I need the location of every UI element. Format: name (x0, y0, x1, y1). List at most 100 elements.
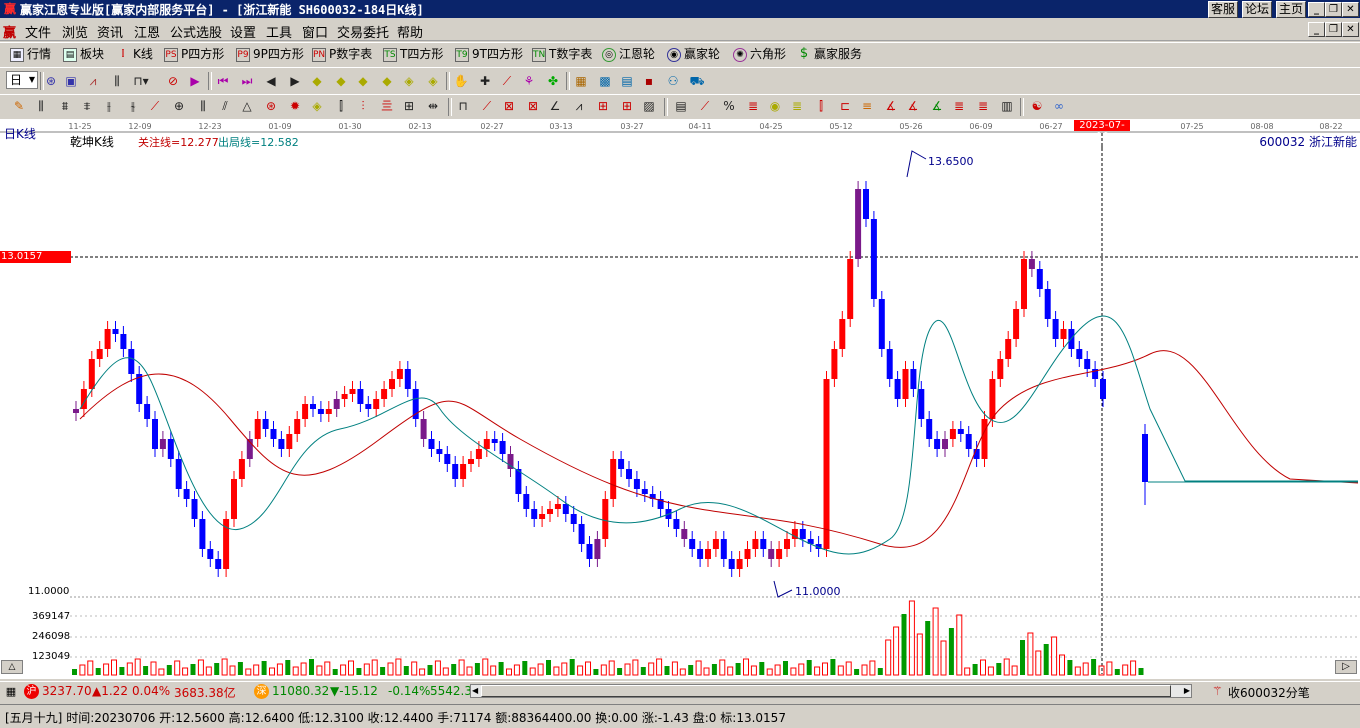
period-select[interactable]: 日 ▼ (6, 71, 38, 89)
box-tool-icon[interactable]: ⊓ (454, 97, 472, 115)
kline-svg[interactable]: 11-25 12-09 12-23 01-09 01-30 02-13 02-27 03-13… (0, 119, 1360, 679)
horizontal-scrollbar[interactable]: ◀ ▶ (470, 684, 1192, 698)
people-icon[interactable]: ⚇ (664, 72, 682, 90)
percent-line-icon[interactable]: ⟋ (696, 97, 714, 115)
label-tool-icon[interactable]: ⫶ (354, 97, 372, 115)
grid-tool-icon[interactable]: ⊞ (400, 97, 418, 115)
calculator-icon[interactable]: ▩ (596, 72, 614, 90)
diamond-left-icon[interactable]: ◆ (354, 72, 372, 90)
coin-levels-icon[interactable]: ≣ (788, 97, 806, 115)
bars-icon[interactable]: ⫼ (108, 72, 126, 90)
coin-icon[interactable]: ◉ (766, 97, 784, 115)
scroll-right-arrow-icon[interactable]: ▶ (1184, 685, 1190, 697)
mdi-app-icon[interactable]: 赢 (3, 22, 16, 41)
diamond-up-icon[interactable]: ◆ (308, 72, 326, 90)
toolbar-kline-button[interactable]: ⫿ K线 (116, 44, 153, 64)
close-icon[interactable]: ✕ (1342, 2, 1359, 17)
toolbar-hexagon-button[interactable]: ✺ 六角形 (733, 44, 786, 64)
customer-service-link[interactable]: 客服 (1208, 1, 1239, 18)
fan-tool-icon[interactable]: ⟋ (478, 97, 496, 115)
menu-formula[interactable]: 公式选股 (170, 22, 222, 41)
menu-trade[interactable]: 交易委托 (337, 22, 389, 41)
toolbar-t-table-button[interactable]: TN T数字表 (532, 44, 592, 64)
restore-icon[interactable]: ❐ (1325, 2, 1342, 17)
indicator-select-icon[interactable]: ⊓▾ (132, 72, 150, 90)
angles3-icon[interactable]: ∡ (928, 97, 946, 115)
angle-icon[interactable]: ∠ (546, 97, 564, 115)
scroll-left-arrow-icon[interactable]: ◀ (472, 685, 478, 697)
toolbar-p-square-button[interactable]: PS P四方形 (164, 44, 224, 64)
bar-levels-icon[interactable]: ⫿ (812, 97, 830, 115)
split-tool-icon[interactable]: ⇹ (424, 97, 442, 115)
angles2-icon[interactable]: ∡ (904, 97, 922, 115)
stop-icon[interactable]: ⊘ (164, 72, 182, 90)
scrollbar-thumb[interactable] (481, 685, 1171, 697)
gann-time-icon[interactable]: ⫲ (100, 97, 118, 115)
pattern-icon[interactable]: ⚘ (520, 72, 538, 90)
menu-gann[interactable]: 江恩 (134, 22, 160, 41)
hand-icon[interactable]: ✋ (452, 72, 470, 90)
angles-icon[interactable]: ∡ (882, 97, 900, 115)
menu-settings[interactable]: 设置 (230, 22, 256, 41)
child-restore-icon[interactable]: ❐ (1325, 22, 1342, 37)
child-close-icon[interactable]: ✕ (1342, 22, 1359, 37)
crosshair-icon[interactable]: ✚ (476, 72, 494, 90)
gann-fan-icon[interactable]: ⟋ (146, 97, 164, 115)
bars-levels-icon[interactable]: ≣ (950, 97, 968, 115)
keyboard-icon[interactable]: ▦ (3, 684, 19, 699)
first-page-icon[interactable]: ⏮ (214, 72, 232, 90)
matrix2-icon[interactable]: ⊞ (618, 97, 636, 115)
diamond-expand-icon[interactable]: ◈ (400, 72, 418, 90)
zigzag-icon[interactable]: ⩘ (570, 97, 588, 115)
levels-icon[interactable]: ≣ (744, 97, 762, 115)
pencil-icon[interactable]: ✎ (10, 97, 28, 115)
document-icon[interactable]: ▣ (62, 72, 80, 90)
wave-icon[interactable]: ⩘ (84, 72, 102, 90)
menu-news[interactable]: 资讯 (97, 22, 123, 41)
sun-icon[interactable]: ✹ (286, 97, 304, 115)
truck-icon[interactable]: ⛟ (688, 72, 706, 90)
diamond-tool-icon[interactable]: ◈ (308, 97, 326, 115)
parallel-icon[interactable]: ⫽ (216, 97, 234, 115)
save-icon[interactable]: ▪ (640, 72, 658, 90)
cycle-lines-icon[interactable]: ⩩ (56, 97, 74, 115)
zoom-icon[interactable]: ⊛ (42, 72, 60, 90)
target-icon[interactable]: ⊛ (262, 97, 280, 115)
hatch-icon[interactable]: ▨ (640, 97, 658, 115)
last-page-icon[interactable]: ⏭ (238, 72, 256, 90)
infinity-icon[interactable]: ∞ (1050, 97, 1068, 115)
circle-icon[interactable]: ⊕ (170, 97, 188, 115)
gann-box-icon[interactable]: ▥ (998, 97, 1016, 115)
toolbar-t-square-button[interactable]: TS T四方形 (383, 44, 443, 64)
scroll-right-icon[interactable]: ▶ (286, 72, 304, 90)
flag-icon[interactable]: ▶ (186, 72, 204, 90)
calendar-icon[interactable]: ▦ (572, 72, 590, 90)
menu-help[interactable]: 帮助 (397, 22, 423, 41)
kline-chart[interactable]: 11-25 12-09 12-23 01-09 01-30 02-13 02-27 03-13… (0, 119, 1360, 679)
text-tool-icon[interactable]: 亖 (378, 97, 396, 115)
scroll-left-icon[interactable]: ◀ (262, 72, 280, 90)
toolbar-quotes-button[interactable]: ▦ 行情 (10, 44, 51, 64)
menu-tools[interactable]: 工具 (266, 22, 292, 41)
diamond-right-icon[interactable]: ◆ (378, 72, 396, 90)
stack-icon[interactable]: ≡ (858, 97, 876, 115)
toolbar-9p-square-button[interactable]: P9 9P四方形 (236, 44, 304, 64)
toolbar-gann-wheel-button[interactable]: ◎ 江恩轮 (602, 44, 655, 64)
puzzle-icon[interactable]: ✤ (544, 72, 562, 90)
expand-up-icon[interactable]: △ (1, 660, 23, 674)
menu-browse[interactable]: 浏览 (62, 22, 88, 41)
diamond-shrink-icon[interactable]: ◈ (424, 72, 442, 90)
square-fan-icon[interactable]: ⊠ (524, 97, 542, 115)
toolbar-service-button[interactable]: $ 赢家服务 (797, 44, 862, 64)
fib-time-icon[interactable]: ⩨ (78, 97, 96, 115)
menu-file[interactable]: 文件 (25, 22, 51, 41)
list-icon[interactable]: ▤ (618, 72, 636, 90)
ruler-icon[interactable]: ▤ (672, 97, 690, 115)
yin-yang-icon[interactable]: ☯ (1028, 97, 1046, 115)
bars-tool-icon[interactable]: ⫿ (332, 97, 350, 115)
homepage-link[interactable]: 主页 (1276, 1, 1307, 18)
matrix-icon[interactable]: ⊞ (594, 97, 612, 115)
vertical-lines-icon[interactable]: ⫼ (32, 97, 50, 115)
menu-window[interactable]: 窗口 (302, 22, 328, 41)
toolbar-p-table-button[interactable]: PN P数字表 (312, 44, 372, 64)
